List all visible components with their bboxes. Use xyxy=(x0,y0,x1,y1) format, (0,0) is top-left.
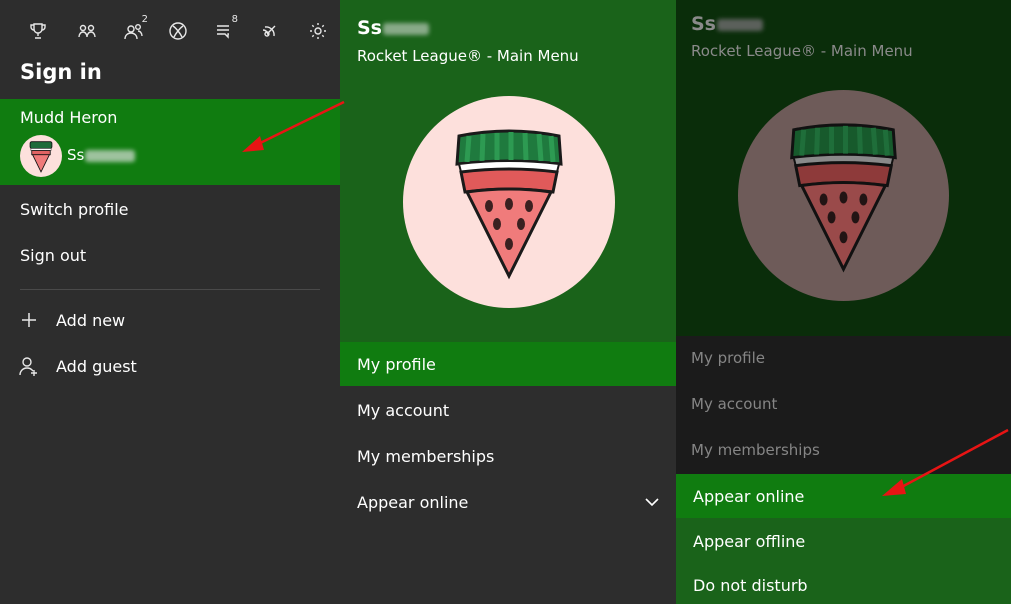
presence-dropdown-panel: Ss Rocket League® - Main Menu My profile… xyxy=(676,0,1011,604)
presence-status-text: Rocket League® - Main Menu xyxy=(357,47,579,65)
do-not-disturb-option-label: Do not disturb xyxy=(693,575,808,595)
dimmed-my-account-label: My account xyxy=(691,395,778,413)
profile-gamertag: Ss xyxy=(67,146,136,164)
menu-divider xyxy=(20,289,320,290)
gamertag-text: Ss xyxy=(67,146,85,164)
sign-in-heading: Sign in xyxy=(20,60,102,84)
dimmed-gamertag-text: Ss xyxy=(691,13,716,35)
my-account-item[interactable]: My account xyxy=(340,388,676,432)
selected-profile-tile[interactable]: Mudd Heron Ss xyxy=(0,99,340,185)
add-person-icon xyxy=(19,357,37,376)
my-profile-item[interactable]: My profile xyxy=(340,342,676,386)
dimmed-hero-gamertag: Ss xyxy=(691,13,763,35)
guide-top-bar: 2 8 xyxy=(20,14,340,48)
plus-icon xyxy=(22,313,36,327)
appear-online-option[interactable]: Appear online xyxy=(676,474,1011,518)
watermelon-avatar xyxy=(20,135,62,177)
add-new-label: Add new xyxy=(56,310,126,330)
my-account-label: My account xyxy=(357,400,450,420)
dimmed-my-profile-label: My profile xyxy=(691,349,765,367)
chevron-down-icon xyxy=(645,498,659,507)
my-profile-label: My profile xyxy=(357,354,436,374)
profile-hero: Ss Rocket League® - Main Menu xyxy=(340,0,676,342)
switch-profile-item[interactable]: Switch profile xyxy=(20,200,129,219)
xbox-home-icon[interactable] xyxy=(160,14,196,48)
profile-name: Mudd Heron xyxy=(20,108,118,127)
appear-offline-option[interactable]: Appear offline xyxy=(676,519,1011,563)
messages-icon[interactable]: 8 xyxy=(206,14,242,48)
friends-icon[interactable] xyxy=(69,14,105,48)
dimmed-gamertag-redaction xyxy=(717,18,763,31)
add-new-item[interactable]: Add new xyxy=(18,307,125,333)
dimmed-presence-status-text: Rocket League® - Main Menu xyxy=(691,42,913,60)
gamertag-redaction xyxy=(85,149,136,162)
broadcast-icon[interactable] xyxy=(252,14,288,48)
add-guest-label: Add guest xyxy=(56,356,137,376)
my-memberships-label: My memberships xyxy=(357,446,495,466)
appear-online-option-label: Appear online xyxy=(693,486,805,506)
my-memberships-item[interactable]: My memberships xyxy=(340,434,676,478)
sign-out-item[interactable]: Sign out xyxy=(20,246,86,265)
dimmed-my-profile-item: My profile xyxy=(676,336,1011,380)
add-guest-item[interactable]: Add guest xyxy=(18,353,137,379)
settings-gear-icon[interactable] xyxy=(300,14,336,48)
dimmed-my-memberships-label: My memberships xyxy=(691,441,820,459)
achievements-trophy-icon[interactable] xyxy=(20,14,56,48)
appear-online-label: Appear online xyxy=(357,492,469,512)
guide-sign-in-panel: 2 8 Sign in Mudd Heron Ss Switch profile… xyxy=(0,0,340,604)
dimmed-gamerpic xyxy=(738,90,949,301)
hero-gamertag-text: Ss xyxy=(357,17,382,39)
gamerpic-large xyxy=(403,96,615,308)
messages-badge: 8 xyxy=(231,14,238,25)
hero-gamertag-redaction xyxy=(383,22,429,35)
appear-online-dropdown[interactable]: Appear online xyxy=(340,480,676,524)
profile-menu-panel: Ss Rocket League® - Main Menu My profile… xyxy=(340,0,676,604)
party-badge: 2 xyxy=(141,14,148,25)
do-not-disturb-option[interactable]: Do not disturb xyxy=(676,563,1011,604)
dimmed-my-account-item: My account xyxy=(676,382,1011,426)
dimmed-profile-hero: Ss Rocket League® - Main Menu xyxy=(676,0,1011,336)
appear-offline-option-label: Appear offline xyxy=(693,531,806,551)
party-icon[interactable]: 2 xyxy=(116,14,152,48)
dimmed-my-memberships-item: My memberships xyxy=(676,428,1011,472)
hero-gamertag: Ss xyxy=(357,17,429,39)
